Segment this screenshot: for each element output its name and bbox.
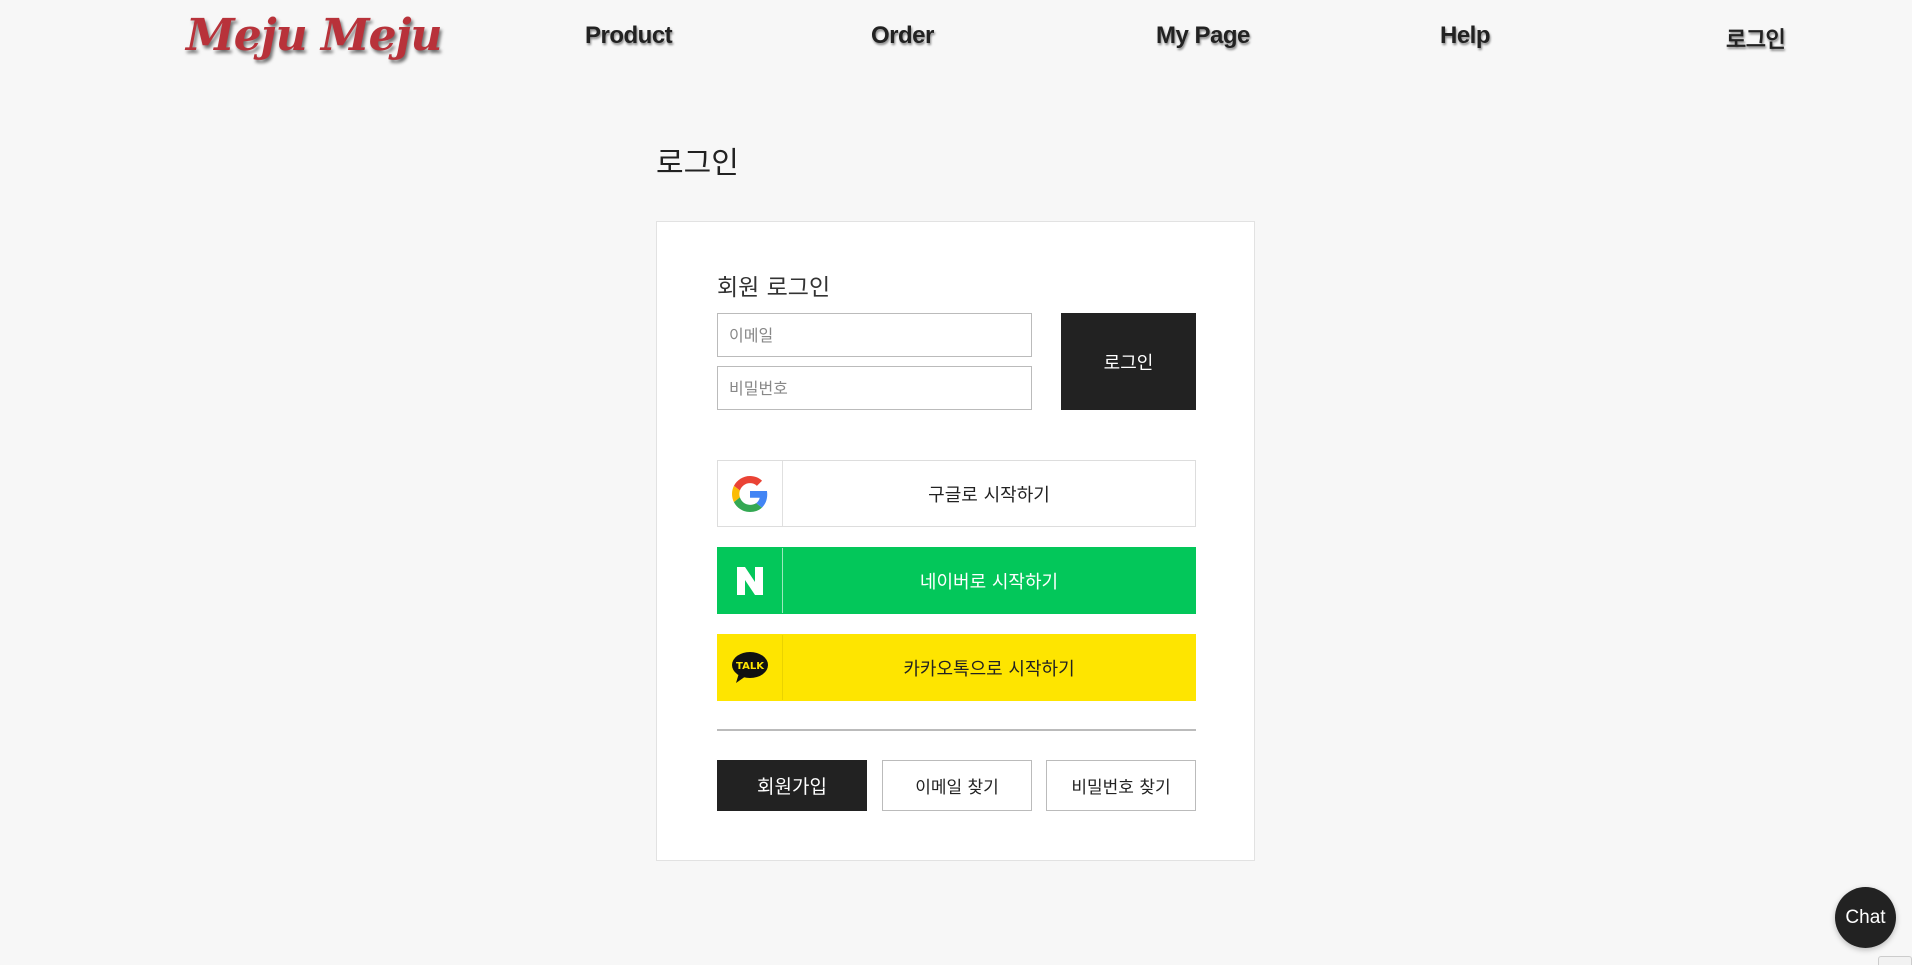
password-input[interactable] [717, 366, 1032, 410]
nav-help[interactable]: Help [1440, 22, 1491, 50]
site-logo[interactable]: Meju Meju [186, 10, 443, 61]
naver-icon [718, 548, 783, 613]
signup-button[interactable]: 회원가입 [717, 760, 867, 811]
login-button[interactable]: 로그인 [1061, 313, 1196, 410]
corner-handle [1878, 956, 1912, 965]
email-input[interactable] [717, 313, 1032, 357]
google-login-label: 구글로 시작하기 [928, 484, 1050, 506]
kakao-talk-icon: TALK [718, 635, 783, 700]
find-email-button[interactable]: 이메일 찾기 [882, 760, 1032, 811]
nav-order[interactable]: Order [871, 22, 934, 50]
member-login-title: 회원 로그인 [717, 275, 831, 301]
kakao-talk-icon-text: TALK [736, 661, 765, 672]
nav-product[interactable]: Product [585, 22, 673, 50]
site-header: Meju Meju Product Order My Page Help 로그인 [0, 0, 1912, 80]
kakao-login-button[interactable]: TALK 카카오톡으로 시작하기 [717, 634, 1196, 701]
page-title: 로그인 [656, 146, 739, 181]
chat-button[interactable]: Chat [1835, 887, 1896, 948]
nav-my-page[interactable]: My Page [1156, 22, 1250, 50]
naver-login-label: 네이버로 시작하기 [919, 571, 1059, 593]
naver-login-button[interactable]: 네이버로 시작하기 [717, 547, 1196, 614]
divider [717, 729, 1196, 731]
find-password-button[interactable]: 비밀번호 찾기 [1046, 760, 1196, 811]
login-card: 회원 로그인 로그인 구글로 시작하기 네이버로 시작하기 TAL [656, 221, 1255, 861]
chat-label: Chat [1845, 906, 1886, 928]
kakao-login-label: 카카오톡으로 시작하기 [903, 658, 1075, 680]
google-login-button[interactable]: 구글로 시작하기 [717, 460, 1196, 527]
google-icon [718, 461, 783, 526]
nav-login[interactable]: 로그인 [1726, 22, 1786, 54]
